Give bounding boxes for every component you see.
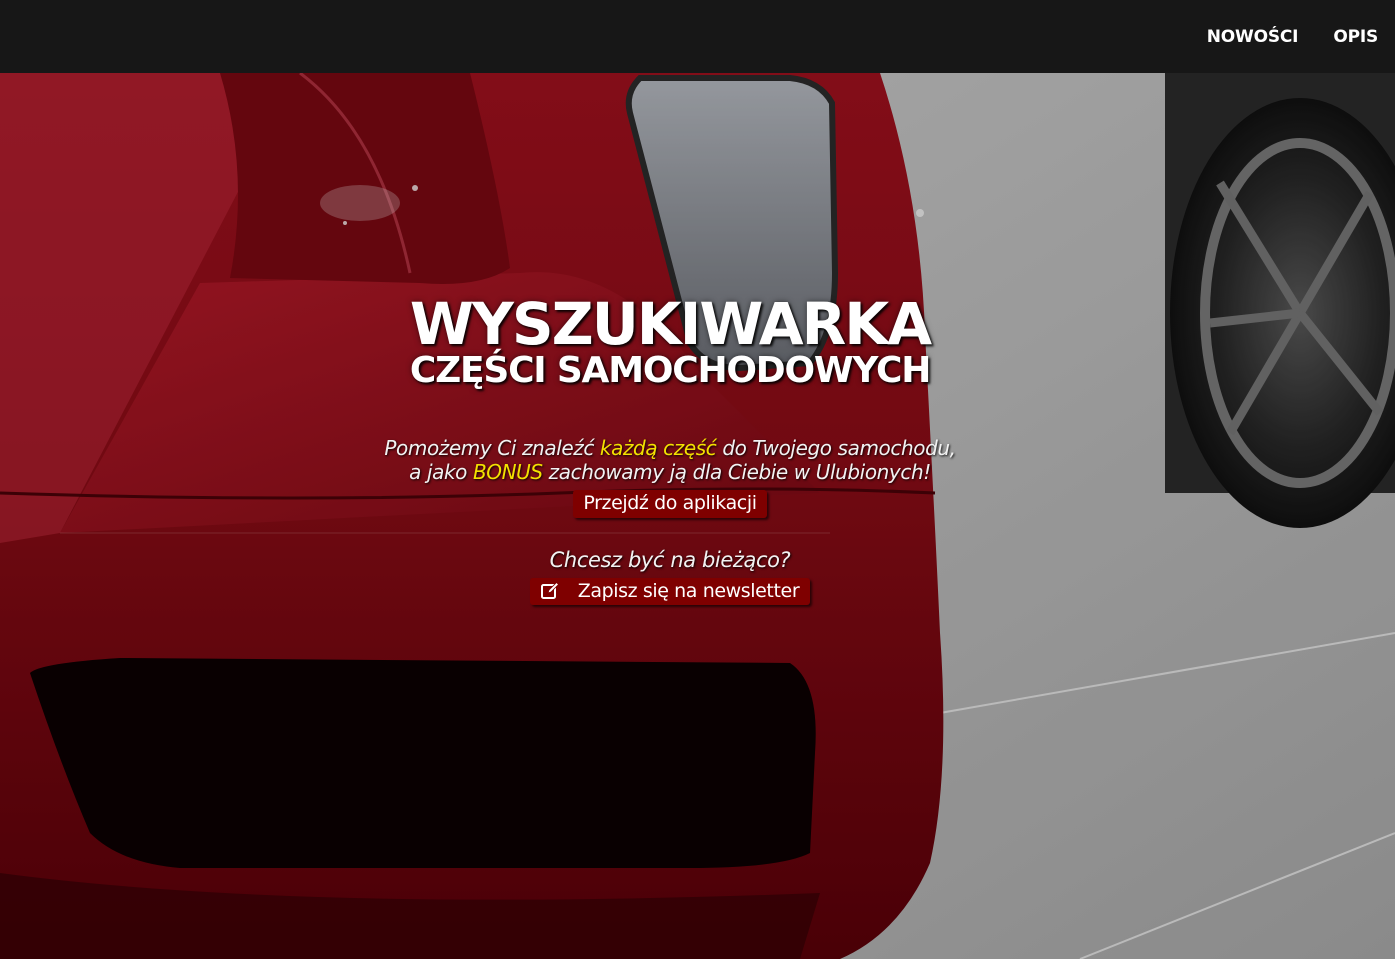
tagline-line-1: Pomożemy Ci znaleźć każdą część do Twoje… xyxy=(270,436,1070,460)
newsletter-button[interactable]: Zapisz się na newsletter xyxy=(529,578,811,605)
nav-link-nowosci[interactable]: NOWOŚCI xyxy=(1207,27,1299,47)
tagline-line-2: a jako BONUS zachowamy ją dla Ciebie w U… xyxy=(270,460,1070,484)
hero-subtitle: CZĘŚCI SAMOCHODOWYCH xyxy=(409,350,931,391)
newsletter-question: Chcesz być na bieżąco? xyxy=(549,548,791,572)
nav-links: NOWOŚCI OPIS xyxy=(1172,0,1378,73)
hero-tagline: Pomożemy Ci znaleźć każdą część do Twoje… xyxy=(270,436,1070,484)
edit-icon xyxy=(540,581,559,599)
tagline-bonus-highlight: BONUS xyxy=(472,460,543,484)
landing-page: NOWOŚCI OPIS WYSZUKIWARKA CZĘŚCI SAMOCHO… xyxy=(0,0,1395,959)
tagline-highlight: każdą część xyxy=(599,436,717,460)
tagline-text: zachowamy ją dla Ciebie w Ulubionych! xyxy=(542,460,932,484)
tagline-text: do Twojego samochodu, xyxy=(716,436,956,460)
go-to-app-button[interactable]: Przejdź do aplikacji xyxy=(573,490,767,518)
hero-title: WYSZUKIWARKA xyxy=(409,290,932,358)
nav-link-opis[interactable]: OPIS xyxy=(1333,27,1378,47)
tagline-text: Pomożemy Ci znaleźć xyxy=(384,436,600,460)
newsletter-button-label: Zapisz się na newsletter xyxy=(577,580,800,602)
tagline-text: a jako xyxy=(409,460,473,484)
hero-content: WYSZUKIWARKA CZĘŚCI SAMOCHODOWYCH Pomoże… xyxy=(270,292,1070,606)
top-navbar: NOWOŚCI OPIS xyxy=(0,0,1395,73)
